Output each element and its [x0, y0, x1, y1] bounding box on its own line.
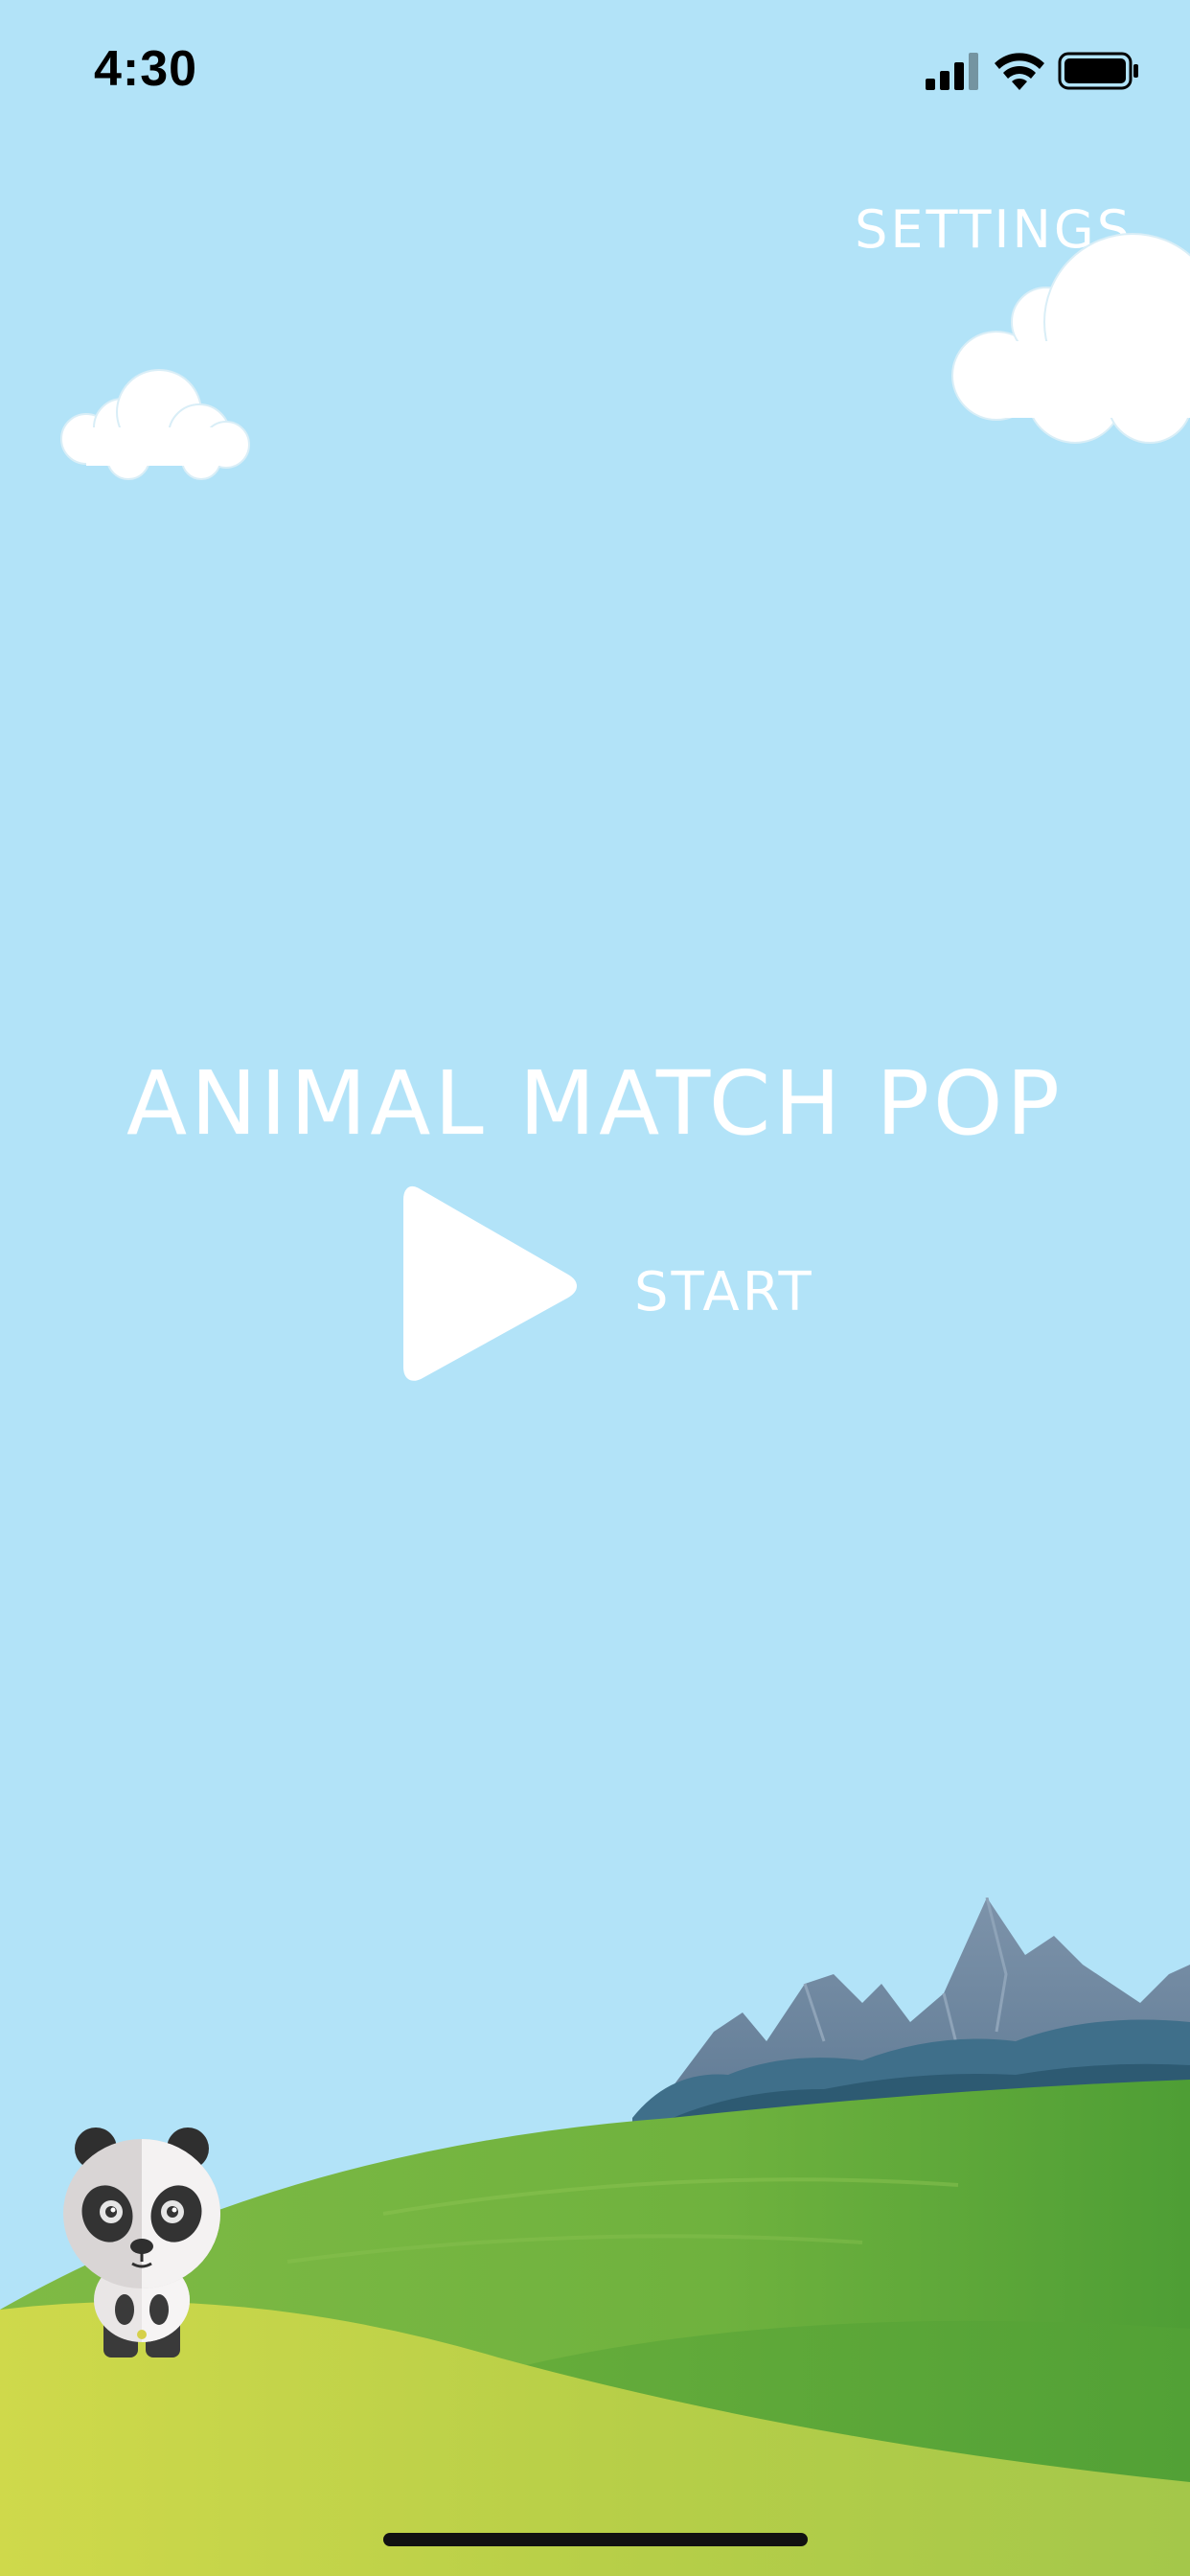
play-icon [403, 1186, 577, 1381]
battery-icon [1058, 52, 1138, 90]
wifi-icon [995, 53, 1044, 90]
game-start-screen: 4:30 SETTINGS ANIMAL MATCH POP START [0, 0, 1190, 2576]
game-title: ANIMAL MATCH POP [126, 1052, 1064, 1155]
cloud-small [60, 369, 250, 480]
cellular-signal-icon [926, 53, 978, 90]
cloud-large [951, 233, 1190, 444]
status-time: 4:30 [94, 41, 198, 97]
start-label: START [634, 1261, 814, 1323]
status-icons [924, 50, 1144, 98]
panda-mascot [63, 2128, 220, 2358]
home-indicator[interactable] [383, 2533, 808, 2546]
start-button[interactable]: START [393, 1179, 814, 1390]
